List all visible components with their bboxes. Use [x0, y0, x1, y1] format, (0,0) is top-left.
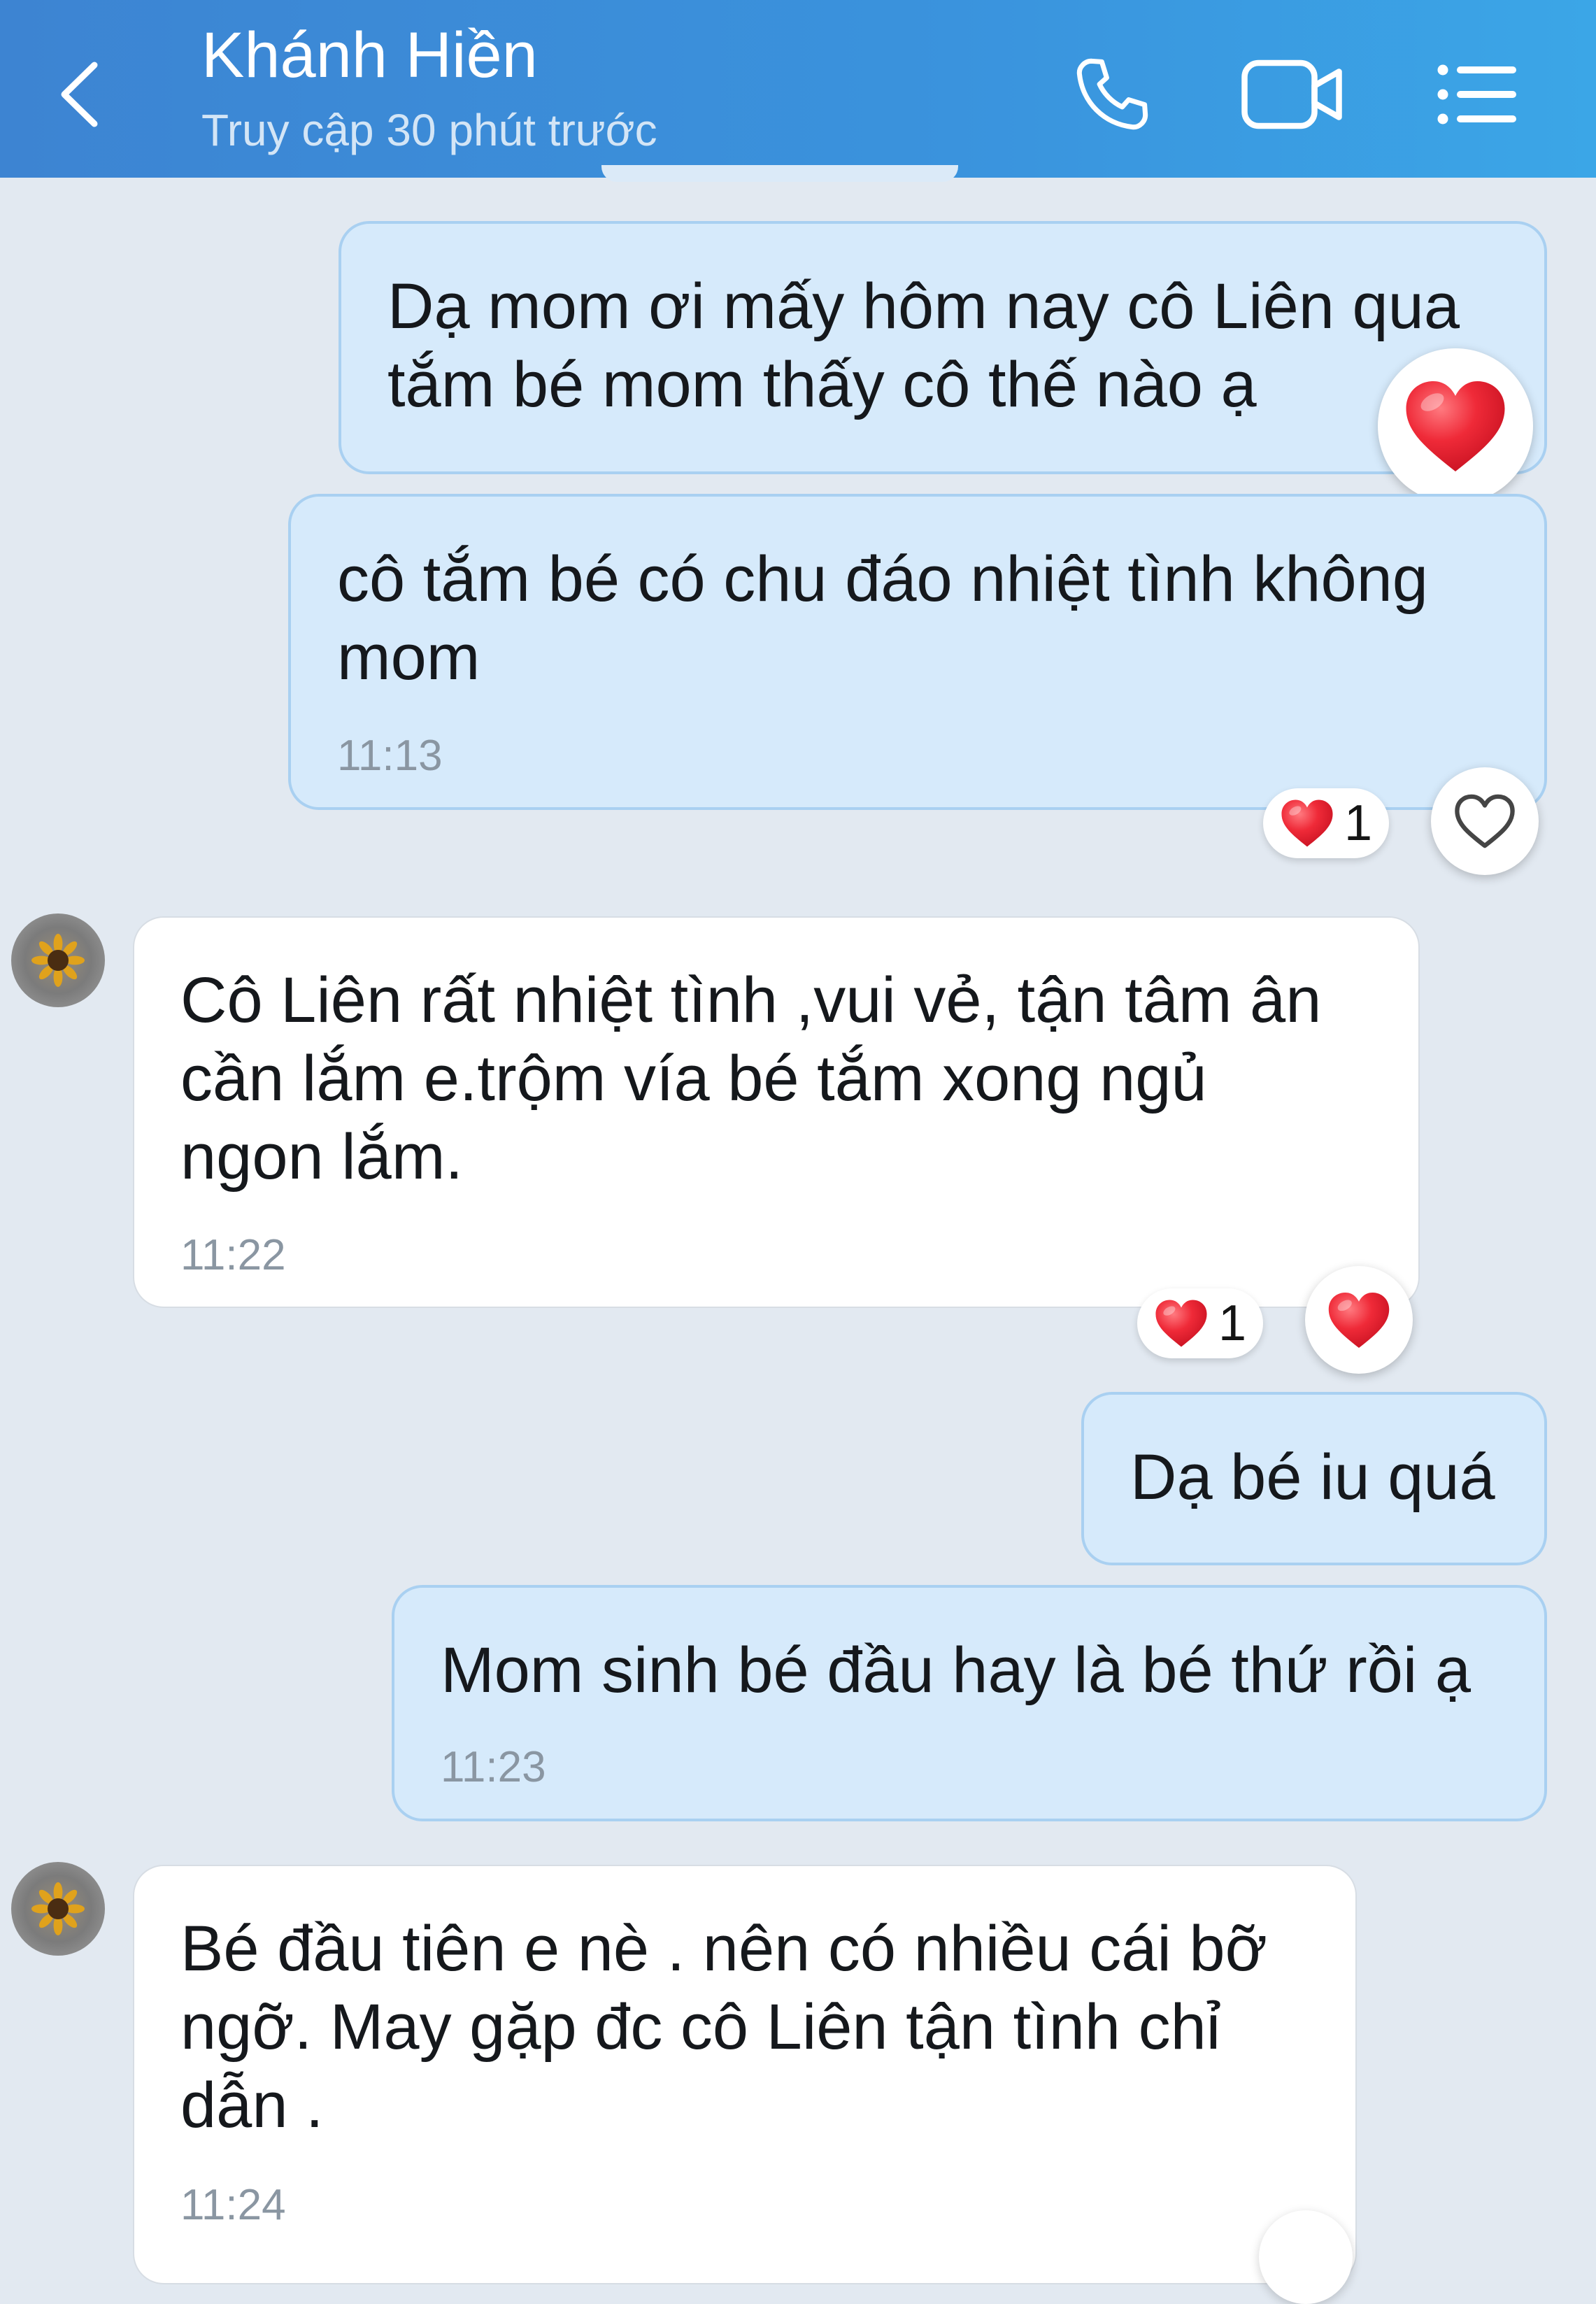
- heart-icon: [1327, 1291, 1391, 1349]
- message-bubble-sent[interactable]: Dạ bé iu quá: [1081, 1392, 1547, 1565]
- previous-message-edge: [601, 165, 958, 182]
- reaction-count: 1: [1218, 1295, 1247, 1351]
- heart-icon: [1280, 799, 1334, 848]
- menu-button[interactable]: [1425, 42, 1530, 147]
- message-bubble-received[interactable]: Cô Liên rất nhiệt tình ,vui vẻ, tận tâm …: [133, 916, 1420, 1308]
- reaction-count-badge[interactable]: 1: [1263, 788, 1389, 858]
- chevron-left-icon: [61, 62, 98, 127]
- message-time: 11:13: [337, 732, 443, 780]
- phone-icon: [1076, 58, 1148, 130]
- sunflower-icon: [31, 1882, 85, 1935]
- message-bubble-received[interactable]: Bé đầu tiên e nè . nên có nhiều cái bỡ n…: [133, 1865, 1357, 2284]
- message-bubble-sent[interactable]: Mom sinh bé đầu hay là bé thứ rồi ạ 11:2…: [392, 1585, 1547, 1821]
- message-text: Dạ mom ơi mấy hôm nay cô Liên qua tắm bé…: [387, 271, 1460, 420]
- heart-reaction-button[interactable]: [1378, 348, 1533, 504]
- list-menu-icon: [1437, 64, 1516, 125]
- message-text: cô tắm bé có chu đáo nhiệt tình không mo…: [337, 543, 1428, 693]
- reaction-count-badge[interactable]: 1: [1137, 1288, 1263, 1358]
- message-text: Bé đầu tiên e nè . nên có nhiều cái bỡ n…: [180, 1913, 1267, 2141]
- heart-icon: [1403, 379, 1508, 474]
- call-button[interactable]: [1060, 42, 1164, 147]
- back-button[interactable]: [42, 49, 119, 140]
- heart-icon: [1154, 1299, 1209, 1348]
- contact-avatar[interactable]: [11, 913, 105, 1007]
- heart-outline-icon: [1455, 794, 1515, 848]
- chat-header: Khánh Hiền Truy cập 30 phút trước: [0, 0, 1596, 178]
- message-text: Mom sinh bé đầu hay là bé thứ rồi ạ: [441, 1635, 1472, 1706]
- contact-name[interactable]: Khánh Hiền: [201, 15, 538, 96]
- contact-avatar[interactable]: [11, 1862, 105, 1956]
- message-bubble-sent[interactable]: Dạ mom ơi mấy hôm nay cô Liên qua tắm bé…: [339, 221, 1547, 474]
- heart-reaction-button[interactable]: [1305, 1266, 1413, 1374]
- message-bubble-sent[interactable]: cô tắm bé có chu đáo nhiệt tình không mo…: [288, 494, 1547, 810]
- video-call-button[interactable]: [1239, 42, 1344, 147]
- add-reaction-button[interactable]: [1431, 767, 1539, 875]
- message-text: Cô Liên rất nhiệt tình ,vui vẻ, tận tâm …: [180, 965, 1322, 1193]
- add-reaction-button[interactable]: [1259, 2210, 1353, 2304]
- reaction-count: 1: [1344, 795, 1373, 851]
- video-camera-icon: [1241, 59, 1342, 129]
- message-time: 11:22: [180, 1231, 286, 1279]
- sunflower-icon: [31, 934, 85, 987]
- message-time: 11:24: [180, 2181, 286, 2229]
- message-text: Dạ bé iu quá: [1130, 1442, 1495, 1513]
- message-time: 11:23: [441, 1743, 546, 1791]
- contact-status: Truy cập 30 phút trước: [201, 105, 657, 155]
